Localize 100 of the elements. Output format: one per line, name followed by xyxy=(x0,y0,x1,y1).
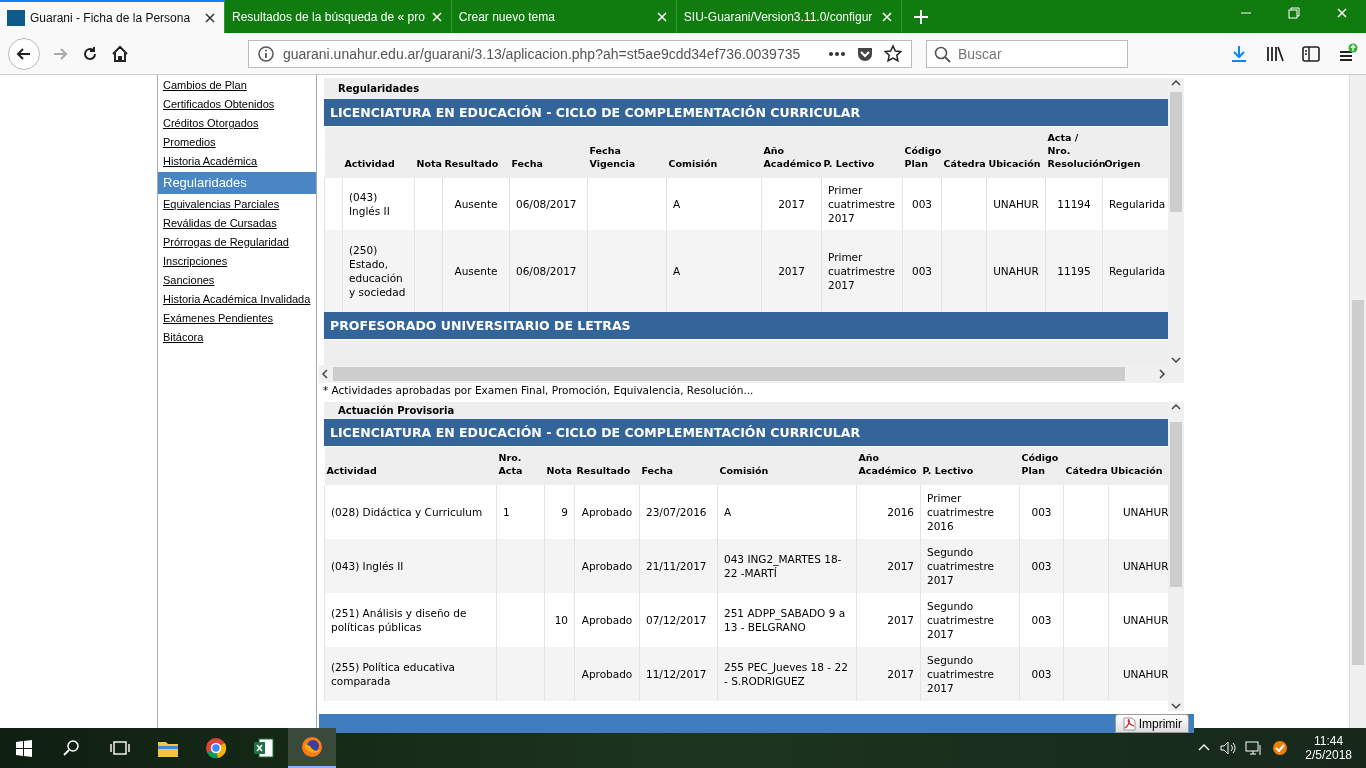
table-cell: 2017 xyxy=(887,668,914,680)
site-logo-icon xyxy=(7,9,25,26)
close-icon[interactable] xyxy=(429,9,444,24)
section-title: PROFESORADO UNIVERSITARIO DE LETRAS xyxy=(324,312,1168,340)
scrollbar[interactable] xyxy=(1168,78,1184,365)
search-field[interactable]: Buscar xyxy=(926,39,1128,68)
network-icon[interactable] xyxy=(1245,739,1264,757)
table-cell: 2017 xyxy=(778,198,805,210)
close-icon[interactable] xyxy=(203,10,217,25)
browser-tab[interactable]: Guarani - Ficha de la Persona xyxy=(0,0,225,33)
scrollbar[interactable] xyxy=(1168,402,1184,711)
column-header: Comisión xyxy=(719,465,769,476)
column-header: Fecha Vigencia xyxy=(589,145,636,169)
menu-icon[interactable] xyxy=(1337,43,1358,64)
restore-icon[interactable] xyxy=(1287,6,1301,20)
table-cell: (255) Política educativa comparada xyxy=(331,661,456,687)
table-cell: Segundo cuatrimestre 2017 xyxy=(927,654,995,694)
speaker-icon[interactable] xyxy=(1219,739,1238,757)
scroll-down-icon[interactable] xyxy=(1170,701,1182,711)
column-header: Código Plan xyxy=(904,145,942,169)
table-cell: 11/12/2017 xyxy=(646,668,707,680)
sidebar-link[interactable]: Prórrogas de Regularidad xyxy=(158,233,316,252)
table-cell: UNAHUR xyxy=(1122,506,1168,518)
sidebar-link[interactable]: Inscripciones xyxy=(158,252,316,271)
column-header: Año Académico xyxy=(858,452,917,476)
browser-logo-icon[interactable] xyxy=(205,737,227,759)
section-title: LICENCIATURA EN EDUCACIÓN - CICLO DE COMPLEMENTACIÓN CURRICULAR xyxy=(324,419,1168,447)
table-cell: Segundo cuatrimestre 2017 xyxy=(927,546,995,586)
table-cell: Primer cuatrimestre 2017 xyxy=(828,251,896,291)
scroll-up-icon[interactable] xyxy=(1170,78,1182,88)
scroll-down-icon[interactable] xyxy=(1170,355,1182,365)
close-icon[interactable] xyxy=(654,9,669,24)
search-icon[interactable] xyxy=(63,739,81,757)
column-header: P. Lectivo xyxy=(823,158,875,169)
back-button[interactable] xyxy=(8,37,40,70)
windows-logo-icon xyxy=(15,739,33,757)
sidebar-link[interactable]: Historia Académica xyxy=(158,152,316,171)
info-icon[interactable] xyxy=(257,44,275,63)
table-cell: Ausente xyxy=(454,265,498,277)
sidebar-link[interactable]: Promedios xyxy=(158,133,316,152)
scroll-up-icon[interactable] xyxy=(1170,402,1182,412)
sidebar-link[interactable]: Reválidas de Cursadas xyxy=(158,214,316,233)
clock-time: 11:44 xyxy=(1314,734,1344,748)
pdf-icon xyxy=(1121,716,1136,731)
column-header: P. Lectivo xyxy=(922,465,974,476)
task-view-icon[interactable] xyxy=(110,739,130,757)
sidebar-link[interactable]: Bitácora xyxy=(158,328,316,347)
table-cell: 10 xyxy=(554,614,568,626)
sidebar-link[interactable]: Cambios de Plan xyxy=(158,76,316,95)
spreadsheet-icon[interactable] xyxy=(253,737,275,759)
sidebar-link[interactable]: Equivalencias Parciales xyxy=(158,195,316,214)
table-cell: 11195 xyxy=(1057,265,1091,277)
table-cell: UNAHUR xyxy=(1122,560,1168,572)
star-icon[interactable] xyxy=(883,43,903,64)
column-header: Acta / Nro. Resolución xyxy=(1047,132,1106,169)
table-cell: 2016 xyxy=(887,506,914,518)
sidebar-link[interactable]: Regularidades xyxy=(158,172,316,194)
close-icon[interactable] xyxy=(1335,6,1349,20)
download-icon[interactable] xyxy=(1229,43,1249,64)
column-header: Actividad xyxy=(326,465,377,476)
page-scrollbar[interactable] xyxy=(1349,75,1366,728)
column-header: Ubicación xyxy=(988,158,1041,169)
home-icon[interactable] xyxy=(110,43,130,64)
column-header: Nro. Acta xyxy=(498,452,523,476)
table-cell: 003 xyxy=(911,198,932,210)
column-header: Actividad xyxy=(344,158,395,169)
address-bar[interactable]: guarani.unahur.edu.ar/guarani/3.13/aplicacion.php?ah=st5ae9cdd34ef736.0039735 xyxy=(248,39,912,68)
shield-icon[interactable] xyxy=(1271,739,1290,757)
column-header: Ubicación xyxy=(1110,465,1163,476)
table-cell: 07/12/2017 xyxy=(646,614,707,626)
table-cell: Primer cuatrimestre 2016 xyxy=(927,492,995,532)
column-header: Cátedra xyxy=(1065,465,1108,476)
table-cell: A xyxy=(673,198,681,210)
table-cell: 11194 xyxy=(1057,198,1091,210)
table-cell: 003 xyxy=(1031,668,1052,680)
table-cell: (043) Inglés II xyxy=(349,191,390,217)
table-cell: 003 xyxy=(911,265,932,277)
table-cell: 255 PEC_Jueves 18 - 22 - S.RODRIGUEZ xyxy=(724,661,848,687)
sidebar-link[interactable]: Exámenes Pendientes xyxy=(158,309,316,328)
column-header: Origen xyxy=(1104,158,1141,169)
table-cell: Regularida xyxy=(1109,265,1166,277)
sidebar-link[interactable]: Certificados Obtenidos xyxy=(158,95,316,114)
sidebar-link[interactable]: Historia Académica Invalidada xyxy=(158,290,316,309)
table-cell: A xyxy=(724,506,732,518)
firefox-logo-icon[interactable] xyxy=(301,736,323,758)
table-cell: 9 xyxy=(561,506,568,518)
table-cell: 251 ADPP_SABADO 9 a 13 - BELGRANO xyxy=(724,607,846,633)
column-header: Código Plan xyxy=(1021,452,1059,476)
column-header: Fecha xyxy=(511,158,543,169)
close-icon[interactable] xyxy=(879,9,894,24)
sidebar-icon[interactable] xyxy=(1301,43,1321,64)
url-text: guarani.unahur.edu.ar/guarani/3.13/aplicacion.php?ah=st5ae9cdd34ef736.0039735 xyxy=(283,45,802,62)
sidebar-link[interactable]: Sanciones xyxy=(158,271,316,290)
table-cell: 2017 xyxy=(778,265,805,277)
table-cell: Segundo cuatrimestre 2017 xyxy=(927,600,995,640)
print-button[interactable]: Imprimir xyxy=(1114,714,1189,733)
new-tab-icon[interactable] xyxy=(911,7,930,26)
sidebar-link[interactable]: Créditos Otorgados xyxy=(158,114,316,133)
horizontal-scrollbar[interactable] xyxy=(319,365,1184,383)
table-cell: Aprobado xyxy=(581,614,633,626)
